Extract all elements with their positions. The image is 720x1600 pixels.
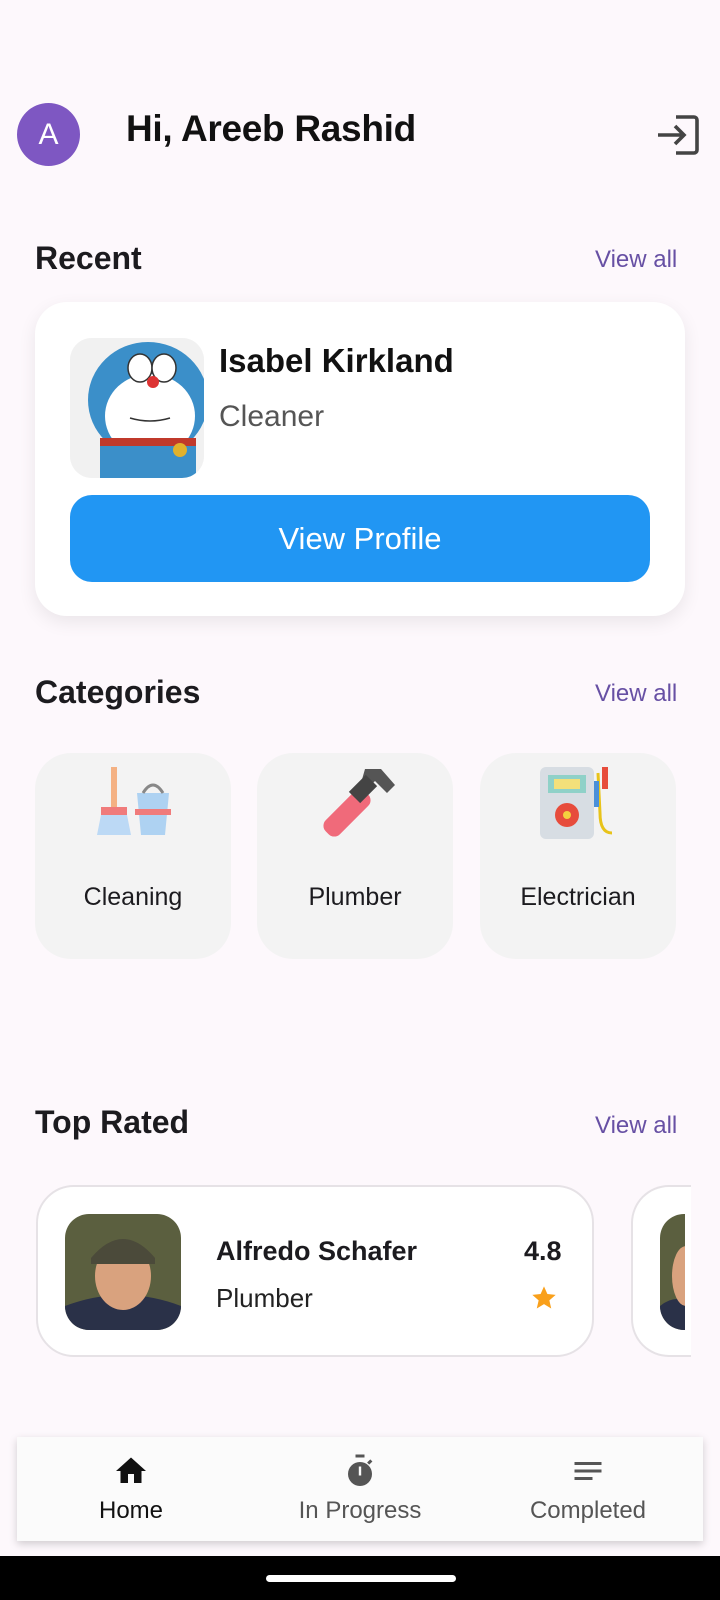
cartoon-avatar-image bbox=[70, 338, 204, 478]
view-profile-button[interactable]: View Profile bbox=[70, 495, 650, 582]
nav-item-completed[interactable]: Completed bbox=[474, 1437, 702, 1541]
category-cleaning[interactable]: Cleaning bbox=[35, 753, 231, 959]
nav-label: In Progress bbox=[298, 1497, 422, 1524]
nav-item-in-progress[interactable]: In Progress bbox=[246, 1437, 474, 1541]
recent-provider-photo bbox=[70, 338, 204, 478]
pipe-wrench-icon bbox=[323, 769, 395, 837]
star-icon bbox=[532, 1286, 556, 1309]
nav-label: Completed bbox=[529, 1497, 647, 1524]
categories-section-title: Categories bbox=[35, 674, 201, 710]
top-rated-provider-photo-partial bbox=[660, 1214, 685, 1330]
nav-label: Home bbox=[98, 1497, 164, 1524]
bottom-navigation-bar: Home In Progress Completed bbox=[17, 1437, 703, 1541]
category-label: Electrician bbox=[520, 883, 636, 911]
person-photo-image bbox=[660, 1214, 685, 1330]
recent-provider-role: Cleaner bbox=[219, 400, 325, 433]
home-gesture-handle[interactable] bbox=[266, 1575, 456, 1582]
nav-item-home[interactable]: Home bbox=[17, 1437, 245, 1541]
top-rated-provider-role: Plumber bbox=[216, 1283, 313, 1313]
logout-icon[interactable] bbox=[654, 111, 702, 159]
category-label: Cleaning bbox=[83, 883, 183, 911]
greeting-title: Hi, Areeb Rashid bbox=[126, 108, 416, 149]
category-label: Plumber bbox=[308, 883, 402, 911]
top-rated-rating: 4.8 bbox=[524, 1236, 562, 1266]
category-plumber[interactable]: Plumber bbox=[257, 753, 453, 959]
top-rated-provider-name: Alfredo Schafer bbox=[216, 1236, 418, 1266]
top-rated-provider-photo bbox=[65, 1214, 181, 1330]
list-lines-icon bbox=[574, 1462, 602, 1480]
top-rated-view-all-link[interactable]: View all bbox=[595, 1112, 677, 1140]
recent-provider-name: Isabel Kirkland bbox=[219, 342, 454, 379]
person-photo-image bbox=[65, 1214, 181, 1330]
multimeter-icon bbox=[540, 767, 613, 839]
timer-icon bbox=[348, 1454, 373, 1486]
broom-bucket-icon bbox=[97, 767, 171, 835]
recent-view-all-link[interactable]: View all bbox=[595, 246, 677, 274]
categories-view-all-link[interactable]: View all bbox=[595, 680, 677, 708]
user-avatar[interactable]: A bbox=[17, 103, 80, 166]
top-rated-section-title: Top Rated bbox=[35, 1104, 190, 1140]
recent-section-title: Recent bbox=[35, 240, 142, 276]
category-electrician[interactable]: Electrician bbox=[480, 753, 676, 959]
home-icon bbox=[116, 1457, 146, 1483]
